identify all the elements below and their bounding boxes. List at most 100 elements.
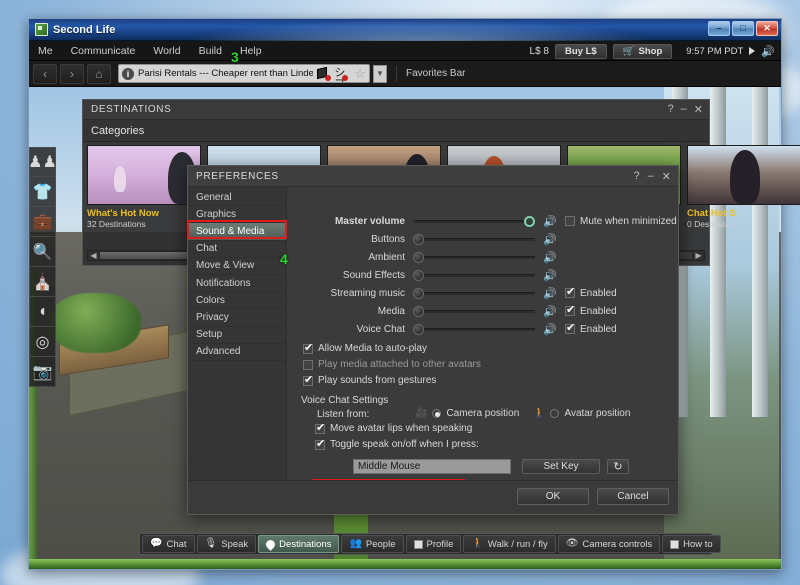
nav-item-notifications[interactable]: Notifications — [188, 275, 286, 293]
search-icon[interactable]: 🔍 — [29, 237, 56, 267]
streaming-music-enabled-checkbox[interactable] — [565, 286, 575, 298]
media-enabled-checkbox[interactable] — [565, 304, 575, 316]
streaming-music-enabled-option[interactable]: Enabled — [565, 286, 617, 299]
toolbar-button-chat[interactable]: 💬 Chat — [142, 535, 195, 553]
buy-linden-button[interactable]: Buy L$ — [554, 43, 607, 59]
webcam-icon[interactable]: ⛪ — [29, 267, 56, 297]
media-enabled-option[interactable]: Enabled — [565, 304, 617, 317]
move-avatar-lips-checkbox[interactable] — [315, 422, 325, 434]
slider-track[interactable] — [413, 270, 535, 281]
toolbar-button-profile[interactable]: Profile — [405, 535, 462, 553]
allow-media-autoplay-option[interactable]: Allow Media to auto-play — [303, 342, 427, 354]
slider-track[interactable] — [413, 288, 535, 299]
destination-card[interactable]: Chat Hot S 0 Destinatio — [687, 145, 800, 245]
speaker-icon[interactable]: 🔊 — [542, 251, 558, 264]
slider-track[interactable] — [413, 234, 535, 245]
menu-item-communicate[interactable]: Communicate — [62, 41, 145, 61]
window-titlebar[interactable]: Second Life – □ ✕ — [29, 19, 781, 41]
preferences-help-icon[interactable]: ? — [634, 170, 640, 183]
mute-when-minimized-checkbox[interactable] — [565, 216, 575, 226]
voice-chat-enabled-option[interactable]: Enabled — [565, 322, 617, 335]
shop-button[interactable]: 🛒 Shop — [612, 43, 673, 59]
nav-item-move-and-view[interactable]: Move & View — [188, 258, 286, 275]
mute-when-minimized-option[interactable]: Mute when minimized — [565, 216, 677, 227]
nav-item-colors[interactable]: Colors — [188, 292, 286, 310]
toolbar-button-speak[interactable]: 🎙 Speak — [196, 535, 257, 553]
preferences-dialog[interactable]: PREFERENCES ? – ✕ General Graphics Sound… — [187, 165, 679, 515]
preferences-close-icon[interactable]: ✕ — [662, 170, 671, 183]
reset-key-button[interactable]: ↻ — [607, 459, 629, 474]
cancel-button[interactable]: Cancel — [597, 488, 669, 505]
destinations-minimize-icon[interactable]: – — [681, 103, 687, 116]
address-bar[interactable]: i Parisi Rentals --- Cheaper rent than L… — [118, 64, 370, 83]
slider-track[interactable] — [413, 306, 535, 317]
volume-icon[interactable]: 🔊 — [761, 45, 775, 58]
play-media-other-avatars-option[interactable]: Play media attached to other avatars — [303, 359, 481, 370]
slider-track[interactable] — [413, 216, 535, 227]
play-sounds-gestures-checkbox[interactable] — [303, 374, 313, 386]
allow-media-autoplay-checkbox[interactable] — [303, 342, 313, 354]
toolbar-button-destinations[interactable]: Destinations — [258, 535, 340, 553]
nav-item-advanced[interactable]: Advanced — [188, 344, 286, 361]
listen-avatar-position-option[interactable]: 🚶 Avatar position — [533, 408, 630, 419]
voice-chat-enabled-checkbox[interactable] — [565, 322, 575, 334]
close-button[interactable]: ✕ — [756, 21, 778, 36]
minimize-button[interactable]: – — [708, 21, 730, 36]
toggle-speak-checkbox[interactable] — [315, 438, 325, 450]
outfit-icon[interactable]: 👕 — [29, 177, 56, 207]
headphones-icon[interactable]: ◖ — [29, 297, 56, 327]
toolbar-button-how-to[interactable]: How to — [662, 535, 721, 553]
radar-icon[interactable]: ◎ — [29, 327, 56, 357]
play-sounds-gestures-option[interactable]: Play sounds from gestures — [303, 374, 436, 386]
nav-item-chat[interactable]: Chat — [188, 241, 286, 258]
move-avatar-lips-option[interactable]: Move avatar lips when speaking — [315, 422, 472, 434]
play-media-other-avatars-checkbox[interactable] — [303, 359, 313, 370]
speaker-icon[interactable]: 🔊 — [542, 287, 558, 300]
slider-knob[interactable] — [413, 234, 424, 245]
maximize-button[interactable]: □ — [732, 21, 754, 36]
toolbar-button-walk-run-fly[interactable]: 🚶 Walk / run / fly — [463, 535, 556, 553]
inventory-icon[interactable]: 💼 — [29, 207, 56, 237]
home-button[interactable]: ⌂ — [87, 63, 111, 84]
destinations-close-icon[interactable]: ✕ — [694, 103, 703, 116]
menu-item-me[interactable]: Me — [29, 41, 62, 61]
scroll-left-icon[interactable]: ◀ — [88, 251, 99, 260]
speaker-icon[interactable]: 🔊 — [542, 215, 558, 228]
preferences-minimize-icon[interactable]: – — [648, 170, 654, 183]
listen-camera-radio[interactable] — [432, 409, 442, 418]
slider-track[interactable] — [413, 252, 535, 263]
toolbar-button-camera-controls[interactable]: 👁 Camera controls — [557, 535, 661, 553]
listen-avatar-radio[interactable] — [550, 409, 560, 418]
nav-item-general[interactable]: General — [188, 189, 286, 207]
slider-knob[interactable] — [413, 324, 424, 335]
destination-card[interactable]: What's Hot Now 32 Destinations — [87, 145, 201, 245]
slider-track[interactable] — [413, 324, 535, 335]
preferences-titlebar[interactable]: PREFERENCES ? – ✕ — [188, 166, 678, 187]
scroll-right-icon[interactable]: ▶ — [693, 251, 704, 260]
toggle-speak-option[interactable]: Toggle speak on/off when I press: — [315, 438, 479, 450]
slider-knob[interactable] — [413, 252, 424, 263]
nav-item-setup[interactable]: Setup — [188, 327, 286, 344]
script-blocked-icon[interactable]: シブ — [334, 67, 349, 82]
slider-knob[interactable] — [413, 288, 424, 299]
nav-item-graphics[interactable]: Graphics — [188, 206, 286, 224]
media-play-icon[interactable] — [749, 47, 756, 55]
nav-item-privacy[interactable]: Privacy — [188, 309, 286, 327]
speaker-icon[interactable]: 🔊 — [542, 323, 558, 336]
appearance-icon[interactable]: ♟♟ — [28, 147, 57, 177]
slider-knob[interactable] — [524, 216, 535, 227]
ok-button[interactable]: OK — [517, 488, 589, 505]
slider-knob[interactable] — [413, 306, 424, 317]
snapshot-icon[interactable]: 📷 — [29, 357, 56, 387]
nav-item-sound-and-media[interactable]: Sound & Media — [188, 223, 286, 241]
forward-button[interactable]: › — [60, 63, 84, 84]
menu-item-world[interactable]: World — [144, 41, 189, 61]
slider-knob[interactable] — [413, 270, 424, 281]
set-key-button[interactable]: Set Key — [522, 459, 600, 474]
toolbar-button-people[interactable]: 👥 People — [341, 535, 404, 553]
speak-key-field[interactable]: Middle Mouse — [353, 459, 511, 474]
menu-item-build[interactable]: Build — [190, 41, 231, 61]
back-button[interactable]: ‹ — [33, 63, 57, 84]
speaker-icon[interactable]: 🔊 — [542, 269, 558, 282]
bookmark-star-icon[interactable]: ☆ — [354, 66, 366, 82]
